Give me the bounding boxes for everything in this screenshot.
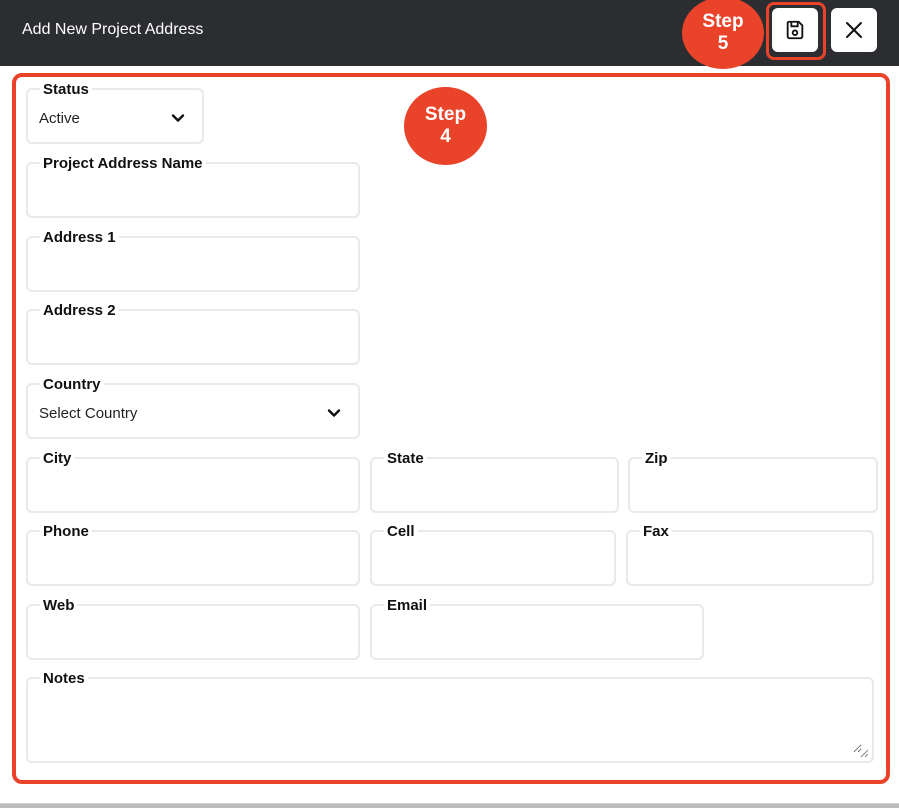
fax-input[interactable] [638, 546, 862, 576]
cell-input[interactable] [382, 546, 604, 576]
chevron-down-icon [327, 409, 341, 417]
save-button[interactable] [772, 8, 818, 52]
notes-label: Notes [40, 670, 88, 687]
zip-label: Zip [642, 450, 671, 467]
city-field: City [26, 450, 360, 513]
country-select[interactable]: Country Select Country [26, 376, 360, 439]
status-label: Status [40, 81, 92, 98]
notes-field: Notes [26, 670, 874, 763]
project-address-name-label: Project Address Name [40, 155, 206, 172]
close-icon [846, 22, 862, 38]
web-field: Web [26, 597, 360, 660]
zip-input[interactable] [640, 473, 866, 503]
cell-label: Cell [384, 523, 418, 540]
project-address-name-field: Project Address Name [26, 155, 360, 218]
step-5-label: Step [702, 11, 744, 32]
address2-input[interactable] [38, 325, 348, 355]
status-value: Active [39, 110, 80, 127]
web-input[interactable] [38, 620, 348, 650]
state-label: State [384, 450, 427, 467]
save-icon [786, 20, 804, 40]
address2-field: Address 2 [26, 302, 360, 365]
step-4-label: Step [424, 104, 467, 125]
fax-label: Fax [640, 523, 672, 540]
phone-label: Phone [40, 523, 92, 540]
web-label: Web [40, 597, 78, 614]
email-input[interactable] [382, 620, 692, 650]
notes-textarea[interactable] [38, 693, 862, 753]
phone-field: Phone [26, 523, 360, 586]
email-field: Email [370, 597, 704, 660]
state-input[interactable] [382, 473, 607, 503]
cell-field: Cell [370, 523, 616, 586]
step-5-annotation: Step 5 [682, 0, 764, 69]
resize-grip-icon[interactable] [859, 748, 869, 758]
city-label: City [40, 450, 75, 467]
city-input[interactable] [38, 473, 348, 503]
country-value: Select Country [39, 405, 138, 422]
email-label: Email [384, 597, 431, 614]
chevron-down-icon [171, 114, 185, 122]
state-field: State [370, 450, 619, 513]
address1-input[interactable] [38, 252, 348, 282]
phone-input[interactable] [38, 546, 348, 576]
address1-label: Address 1 [40, 229, 119, 246]
address1-field: Address 1 [26, 229, 360, 292]
close-button[interactable] [831, 8, 877, 52]
step-4-number: 4 [440, 126, 451, 147]
modal-title: Add New Project Address [22, 21, 204, 38]
status-select[interactable]: Status Active [26, 81, 204, 144]
modal-header: Add New Project Address Step 5 [0, 0, 899, 69]
fax-field: Fax [626, 523, 874, 586]
project-address-name-input[interactable] [38, 178, 348, 208]
step-4-annotation: Step 4 [404, 87, 487, 165]
address2-label: Address 2 [40, 302, 119, 319]
step-5-number: 5 [717, 33, 729, 54]
country-label: Country [40, 376, 104, 393]
zip-field: Zip [628, 450, 878, 513]
add-project-address-modal: Add New Project Address Step 5 Step 4 St… [0, 0, 899, 804]
